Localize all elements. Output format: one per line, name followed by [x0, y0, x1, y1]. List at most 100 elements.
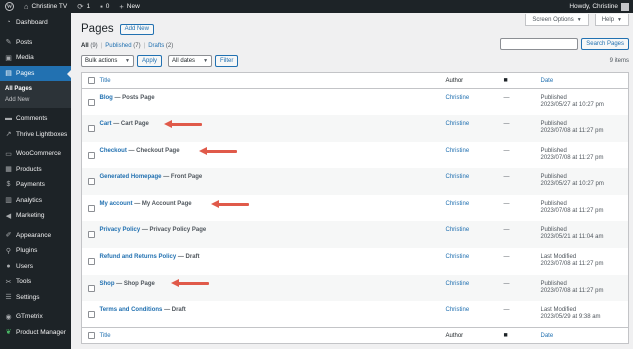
sidebar-item-gtmetrix[interactable]: ◉ GTmetrix	[0, 309, 71, 325]
dates-filter-select[interactable]: All dates ▼	[168, 55, 213, 67]
page-title: Pages	[81, 23, 114, 35]
sidebar-item-payments[interactable]: $ Payments	[0, 177, 71, 193]
author-link[interactable]: Christine	[446, 148, 470, 154]
row-title-link[interactable]: Privacy Policy	[100, 227, 141, 233]
row-checkbox[interactable]	[88, 204, 95, 212]
row-date-cell: Published 2023/05/27 at 10:27 pm	[541, 168, 629, 195]
sidebar-item-product-manager[interactable]: ❦ Product Manager	[0, 325, 71, 341]
row-date-cell: Last Modified 2023/07/08 at 11:27 pm	[541, 248, 629, 275]
row-comments-cell: —	[504, 221, 541, 248]
sidebar-item-appearance[interactable]: ✐ Appearance	[0, 228, 71, 244]
sidebar-item-label: Tools	[16, 278, 32, 286]
add-new-button[interactable]: Add New	[119, 23, 154, 35]
row-title-link[interactable]: My account	[100, 201, 133, 207]
author-link[interactable]: Christine	[446, 174, 470, 180]
row-checkbox[interactable]	[88, 99, 95, 106]
bulk-actions-select[interactable]: Bulk actions ▼	[81, 55, 134, 67]
new-content-link[interactable]: + New	[114, 0, 144, 13]
sidebar-item-posts[interactable]: ✎ Posts	[0, 35, 71, 51]
comments-link[interactable]: ▪ 0	[95, 0, 114, 13]
sidebar-item-products[interactable]: ▦ Products	[0, 162, 71, 178]
help-button[interactable]: Help ▼	[594, 14, 629, 26]
filter-drafts-count: (2)	[165, 43, 174, 49]
users-icon: ●	[6, 262, 11, 270]
sidebar-item-users[interactable]: ● Users	[0, 259, 71, 275]
sidebar-item-pages[interactable]: ▤ Pages	[0, 65, 71, 81]
author-link[interactable]: Christine	[446, 95, 470, 101]
row-title-link[interactable]: Generated Homepage	[100, 174, 162, 180]
column-title[interactable]: Title	[95, 72, 446, 89]
filter-drafts[interactable]: Drafts (2)	[148, 43, 173, 49]
pin-icon: ✎	[5, 39, 12, 47]
submenu-add-new[interactable]: Add New	[0, 94, 71, 105]
updates-count: 1	[86, 3, 91, 10]
row-title-link[interactable]: Cart	[100, 121, 112, 127]
sidebar-item-label: Posts	[16, 38, 33, 46]
filter-all[interactable]: All (9)	[81, 43, 98, 49]
sidebar-item-media[interactable]: ▣ Media	[0, 50, 71, 66]
row-title-link[interactable]: Refund and Returns Policy	[100, 254, 177, 260]
author-link[interactable]: Christine	[446, 254, 470, 260]
wp-logo-menu[interactable]: W	[0, 0, 19, 13]
table-row: Checkout — Checkout Page Christine — Pub…	[82, 142, 629, 169]
date-value: 2023/07/08 at 11:27 pm	[540, 261, 604, 268]
row-checkbox[interactable]	[88, 231, 95, 239]
sidebar-item-label: Settings	[16, 293, 40, 301]
screen-options-label: Screen Options	[532, 16, 574, 23]
author-link[interactable]: Christine	[446, 121, 470, 127]
row-author-cell: Christine	[446, 89, 504, 116]
row-checkbox[interactable]	[88, 125, 95, 133]
table-row: Terms and Conditions — Draft Christine —…	[82, 301, 629, 328]
sidebar-item-settings[interactable]: ☰ Settings	[0, 290, 71, 306]
filter-button[interactable]: Filter	[215, 55, 239, 67]
column-date[interactable]: Date	[540, 72, 629, 89]
my-account-menu[interactable]: Howdy, Christine	[564, 0, 633, 13]
row-title-link[interactable]: Checkout	[100, 148, 127, 154]
row-title-link[interactable]: Blog	[100, 95, 113, 101]
search-pages-button[interactable]: Search Pages	[581, 38, 629, 50]
row-checkbox[interactable]	[88, 258, 95, 266]
select-all-cell	[81, 72, 96, 89]
author-link[interactable]: Christine	[446, 227, 470, 233]
updates-link[interactable]: ⟳ 1	[72, 0, 95, 13]
author-link[interactable]: Christine	[446, 307, 470, 313]
screen-options-button[interactable]: Screen Options ▼	[525, 14, 589, 26]
sidebar-item-thrive-lightboxes[interactable]: ↗ Thrive Lightboxes	[0, 127, 71, 143]
row-checkbox[interactable]	[88, 178, 95, 186]
comments-count: —	[503, 121, 510, 128]
post-state: — Checkout Page	[128, 147, 180, 154]
column-title[interactable]: Title	[95, 327, 446, 344]
filter-published[interactable]: Published (7)	[105, 43, 140, 49]
sidebar-item-label: GTmetrix	[16, 313, 43, 321]
row-checkbox[interactable]	[88, 151, 95, 159]
sidebar-item-woocommerce[interactable]: ▭ WooCommerce	[0, 146, 71, 162]
sidebar-item-tools[interactable]: ✂ Tools	[0, 274, 71, 290]
sidebar-item-dashboard[interactable]: ◔ Dashboard	[0, 15, 71, 31]
row-checkbox[interactable]	[88, 311, 95, 319]
sidebar-item-comments[interactable]: ▬ Comments	[0, 111, 71, 127]
row-title-link[interactable]: Terms and Conditions	[100, 307, 163, 313]
author-link[interactable]: Christine	[446, 281, 470, 287]
help-label: Help	[601, 16, 615, 23]
sidebar-item-plugins[interactable]: ⚲ Plugins	[0, 243, 71, 259]
select-all-checkbox[interactable]	[88, 331, 95, 339]
author-link[interactable]: Christine	[446, 201, 470, 207]
filter-published-label: Published	[105, 43, 132, 49]
select-all-checkbox[interactable]	[88, 76, 95, 84]
row-comments-cell: —	[504, 115, 541, 142]
sidebar-item-marketing[interactable]: ◀ Marketing	[0, 208, 71, 224]
column-date-label: Date	[540, 332, 554, 339]
media-icon: ▣	[5, 54, 12, 62]
column-date[interactable]: Date	[540, 327, 629, 344]
apply-button[interactable]: Apply	[137, 55, 163, 67]
submenu-all-pages[interactable]: All Pages	[0, 83, 71, 94]
column-author: Author	[445, 72, 504, 89]
comments-count: 0	[105, 3, 110, 10]
date-status: Published	[540, 147, 567, 154]
site-name-link[interactable]: ⌂ Christine TV	[19, 0, 72, 13]
sidebar-item-analytics[interactable]: ▥ Analytics	[0, 193, 71, 209]
row-title-link[interactable]: Shop	[100, 281, 115, 287]
row-comments-cell: —	[504, 168, 541, 195]
search-input[interactable]	[500, 38, 579, 50]
row-checkbox[interactable]	[88, 284, 95, 292]
